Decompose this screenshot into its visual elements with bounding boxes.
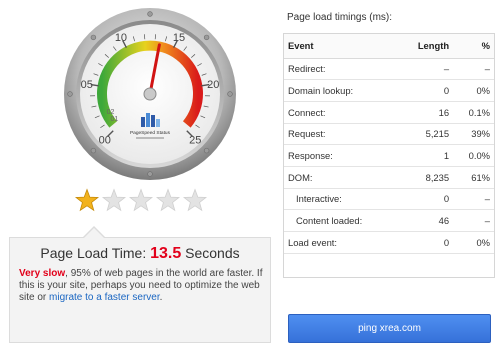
timings-rows: Redirect: – – Domain lookup: 0 0% Connect: 16 0.… <box>284 58 494 275</box>
timing-event: Response: <box>284 144 399 167</box>
timings-row: DOM: 8,235 61% <box>284 166 494 189</box>
page: 00 05 10 15 20 25 01 02 PageSpeed Status Page L… <box>0 0 500 347</box>
star-empty-icon <box>155 188 181 212</box>
gauge-scale-label: 05 <box>81 79 93 91</box>
timing-length: 1 <box>398 144 454 167</box>
timings-row: Load event: 0 0% <box>284 231 494 254</box>
timings-row: Request: 5,215 39% <box>284 123 494 146</box>
timings-panel: Event Length % Redirect: – – Domain lookup:… <box>283 33 495 278</box>
timing-event: Load event: <box>284 231 399 254</box>
timings-row: Connect: 16 0.1% <box>284 101 494 124</box>
timing-length: 16 <box>398 101 454 124</box>
timing-length: 8,235 <box>398 166 454 189</box>
speed-verdict: Very slow <box>19 268 66 279</box>
column-event: Event <box>284 34 399 59</box>
gauge-minor-label: 02 <box>107 109 115 116</box>
timing-length: 0 <box>398 79 454 102</box>
timing-event: Redirect: <box>284 58 399 81</box>
star-empty-icon <box>101 188 127 212</box>
load-time-heading: Page Load Time: 13.5 Seconds <box>10 245 270 263</box>
timing-length: – <box>398 58 454 81</box>
gauge-logo-text: PageSpeed Status <box>130 130 171 136</box>
timing-percent: – <box>453 209 494 232</box>
ping-button[interactable]: ping xrea.com <box>288 314 491 343</box>
timing-percent: – <box>453 188 494 211</box>
timing-event: Interactive: <box>284 188 399 211</box>
timings-filler-row <box>284 253 494 275</box>
result-pointer-fill <box>84 228 104 238</box>
timing-event: Content loaded: <box>284 209 399 232</box>
timing-event: Domain lookup: <box>284 79 399 102</box>
timing-percent: – <box>453 58 494 81</box>
gauge-scale-label: 15 <box>173 32 185 44</box>
timing-percent: 0% <box>453 231 494 254</box>
description-end: . <box>159 292 163 303</box>
load-time-value: 13.5 <box>150 245 182 262</box>
load-time-description: Very slow, 95% of web pages in the world… <box>19 268 269 304</box>
timings-table: Event Length % Redirect: – – Domain lookup:… <box>284 34 494 275</box>
speed-gauge: 00 05 10 15 20 25 01 02 PageSpeed Status <box>62 6 238 182</box>
timing-percent: 0% <box>453 79 494 102</box>
timings-row: Content loaded: 46– <box>284 209 494 232</box>
timing-length: 5,215 <box>398 123 454 146</box>
timing-percent: 39% <box>453 123 494 146</box>
star-empty-icon <box>182 188 208 212</box>
timings-row: Interactive: 0– <box>284 188 494 211</box>
timings-row: Response: 1 0.0% <box>284 144 494 167</box>
timing-event: DOM: <box>284 166 399 189</box>
load-time-label: Page Load Time: <box>40 245 147 261</box>
timings-title: Page load timings (ms): <box>287 12 393 23</box>
timing-percent: 0.0% <box>453 144 494 167</box>
star-empty-icon <box>128 188 154 212</box>
column-length: Length <box>398 34 454 59</box>
timings-row: Domain lookup: 0 0% <box>284 79 494 102</box>
timing-event: Request: <box>284 123 399 146</box>
timing-length: 46 <box>398 209 454 232</box>
timing-percent: 61% <box>453 166 494 189</box>
timing-length: 0 <box>398 188 454 211</box>
timing-percent: 0.1% <box>453 101 494 124</box>
gauge-scale-label: 20 <box>207 79 219 91</box>
timings-header-row: Event Length % <box>284 34 494 59</box>
result-box: Page Load Time: 13.5 Seconds Very slow, … <box>9 237 271 343</box>
migrate-server-link[interactable]: migrate to a faster server <box>49 292 160 303</box>
rating-stars <box>74 188 209 214</box>
gauge-minor-label: 01 <box>111 116 119 123</box>
column-percent: % <box>453 34 494 59</box>
gauge-scale-label: 10 <box>115 32 127 44</box>
gauge-scale-label: 00 <box>99 134 111 146</box>
gauge-scale-label: 25 <box>189 134 201 146</box>
timing-event: Connect: <box>284 101 399 124</box>
timings-row: Redirect: – – <box>284 58 494 81</box>
star-filled-icon <box>74 188 100 212</box>
timing-length: 0 <box>398 231 454 254</box>
load-time-unit: Seconds <box>185 245 240 261</box>
